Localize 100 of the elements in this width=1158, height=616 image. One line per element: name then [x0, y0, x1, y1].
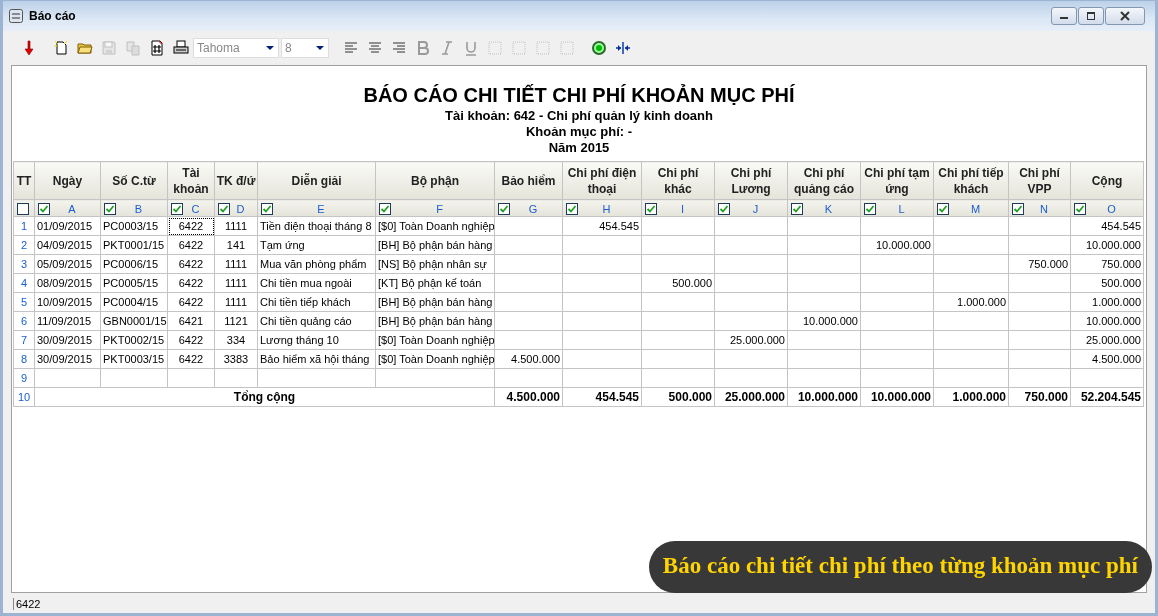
- copy-icon: [125, 40, 141, 56]
- column-header: Ngày: [34, 161, 101, 200]
- checkbox[interactable]: [261, 202, 273, 215]
- table-cell: [BH] Bộ phận bán hàng: [378, 296, 493, 308]
- table-cell: [BH] Bộ phận bán hàng: [378, 239, 493, 251]
- table-cell: PC0004/15: [103, 296, 159, 308]
- row-number: 9: [20, 372, 28, 384]
- total-cell: 750.000: [1024, 390, 1068, 404]
- checkbox[interactable]: [1012, 202, 1024, 215]
- checkbox[interactable]: [38, 202, 50, 215]
- table-cell: PKT0001/15: [103, 239, 165, 251]
- bold-icon: [415, 40, 431, 56]
- column-header: Chi phí quảng cáo: [787, 161, 861, 200]
- checkbox[interactable]: [566, 202, 578, 215]
- table-cell: PC0005/15: [103, 277, 159, 289]
- table-cell: Mua văn phòng phẩm: [260, 258, 367, 270]
- fit-width-icon: [615, 40, 631, 56]
- column-header: TT: [13, 161, 35, 200]
- font-dropdown[interactable]: Tahoma: [193, 38, 279, 58]
- table-cell: PC0003/15: [103, 220, 159, 232]
- font-size-dropdown[interactable]: 8: [281, 38, 329, 58]
- column-header: Chi phí VPP: [1008, 161, 1071, 200]
- row-number: 10: [17, 391, 31, 403]
- column-letter: L: [897, 202, 906, 215]
- column-header: TK đ/ứ: [214, 161, 258, 200]
- align-left-icon: [343, 40, 359, 56]
- table-cell: 1.000.000: [957, 296, 1006, 308]
- checkbox[interactable]: [218, 202, 230, 215]
- table-cell: [NS] Bộ phận nhân sự: [378, 258, 487, 270]
- table-cell: 6421: [178, 315, 204, 327]
- row-number: 7: [20, 334, 28, 346]
- column-header: Bảo hiểm: [494, 161, 563, 200]
- checkbox[interactable]: [498, 202, 510, 215]
- table-cell: 08/09/2015: [37, 277, 93, 289]
- table-cell: [$0] Toàn Doanh nghiệp: [378, 353, 495, 365]
- table-cell: PKT0002/15: [103, 334, 165, 346]
- italic-icon: [439, 40, 455, 56]
- table-cell: 6422: [178, 334, 204, 346]
- column-letter: H: [601, 202, 612, 215]
- checkbox[interactable]: [791, 202, 803, 215]
- maximize-icon: [1086, 12, 1096, 20]
- minimize-button[interactable]: [1051, 7, 1077, 25]
- checkbox[interactable]: [864, 202, 876, 215]
- column-header: Chi phí Lương: [714, 161, 788, 200]
- column-letter: M: [969, 202, 982, 215]
- align-center-icon: [367, 40, 383, 56]
- table-cell: 750.000: [1101, 258, 1141, 270]
- table-cell: Chi tiền mua ngoài: [260, 277, 352, 289]
- row-number: 8: [20, 353, 28, 365]
- table-cell: Chi tiền tiếp khách: [260, 296, 351, 308]
- row-number: 3: [20, 258, 28, 270]
- column-letter: A: [67, 202, 77, 215]
- table-cell: 454.545: [599, 220, 639, 232]
- table-cell: 10.000.000: [1085, 239, 1141, 251]
- table-cell: 10.000.000: [1085, 315, 1141, 327]
- caption-banner: Báo cáo chi tiết chi phí theo từng khoản mục phí: [648, 541, 1152, 593]
- close-button[interactable]: [1105, 7, 1145, 25]
- report-subtitle: Năm 2015: [548, 140, 610, 156]
- column-letter: B: [133, 202, 144, 215]
- table-cell: 04/09/2015: [37, 239, 93, 251]
- table-cell: Tiền điện thoại tháng 8: [260, 220, 372, 232]
- table-cell: 25.000.000: [729, 334, 785, 346]
- row-number: 1: [20, 220, 28, 232]
- report-subtitle: Tài khoản: 642 - Chi phí quản lý kinh doanh: [445, 108, 713, 124]
- table-cell: 3383: [223, 353, 249, 365]
- total-cell: 52.204.545: [1080, 390, 1141, 404]
- checkbox[interactable]: [645, 202, 657, 215]
- checkbox[interactable]: [104, 202, 116, 215]
- underline-icon: [463, 40, 479, 56]
- column-letter: F: [435, 202, 444, 215]
- checkbox[interactable]: [379, 202, 391, 215]
- checkbox[interactable]: [17, 202, 29, 215]
- table-cell: 6422: [178, 220, 204, 232]
- window-menu-icon[interactable]: [9, 9, 23, 23]
- checkbox[interactable]: [171, 202, 183, 215]
- table-cell: [$0] Toàn Doanh nghiệp: [378, 220, 495, 232]
- table-cell: 334: [226, 334, 246, 346]
- column-header: Số C.từ: [100, 161, 168, 200]
- checkbox[interactable]: [1074, 202, 1086, 215]
- table-cell: 6422: [178, 296, 204, 308]
- table-cell: 30/09/2015: [37, 334, 93, 346]
- total-cell: 500.000: [668, 390, 712, 404]
- table-cell: Lương tháng 10: [260, 334, 339, 346]
- align-right-icon: [391, 40, 407, 56]
- table-cell: 10.000.000: [875, 239, 931, 251]
- table-cell: 1111: [225, 258, 247, 270]
- column-header: Bộ phận: [375, 161, 495, 200]
- column-header: Chi phí tiếp khách: [933, 161, 1009, 200]
- table-cell: 4.500.000: [511, 353, 560, 365]
- maximize-button[interactable]: [1078, 7, 1104, 25]
- table-cell: GBN0001/15: [103, 315, 167, 327]
- save-icon: [101, 40, 117, 56]
- total-label: Tổng cộng: [233, 390, 296, 404]
- column-letter: K: [823, 202, 834, 215]
- target-icon: [591, 40, 607, 56]
- table-cell: 11/09/2015: [37, 315, 92, 327]
- table-cell: 1111: [225, 277, 247, 289]
- checkbox[interactable]: [718, 202, 730, 215]
- row-number: 5: [20, 296, 28, 308]
- checkbox[interactable]: [937, 202, 949, 215]
